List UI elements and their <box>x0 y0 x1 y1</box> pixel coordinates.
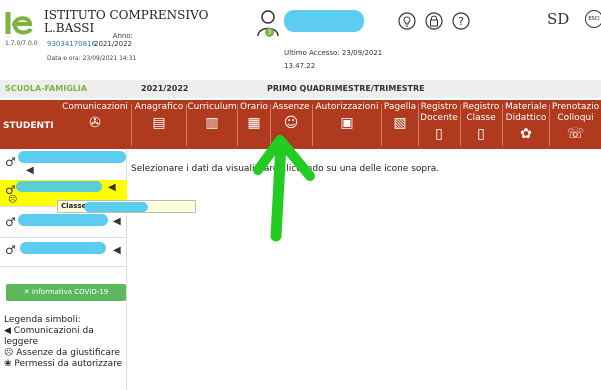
last-access-time: 13.47.22 <box>284 62 316 70</box>
legend-comunicazioni: ◀ Comunicazioni da leggere <box>4 326 129 348</box>
nav-label: Assenze <box>272 102 310 112</box>
svg-text:?: ? <box>458 15 464 28</box>
legend-title: Legenda simboli: <box>4 315 81 325</box>
nav-prenotazione-colloqui[interactable]: Prenotazio Colloqui ☏ <box>550 102 601 142</box>
nav-label: Orario <box>239 102 268 112</box>
report-card-icon: ▧ <box>393 115 407 131</box>
id-card-icon: ▤ <box>152 115 166 131</box>
megaphone-icon: ◀ <box>26 165 34 176</box>
covid-label: Informativa COVID-19 <box>31 288 109 296</box>
student-row[interactable]: ♂ ◀ <box>0 149 127 181</box>
redacted-student-name <box>16 181 102 192</box>
school-year: 2021/2022 <box>94 40 132 48</box>
redacted-classe <box>84 202 148 212</box>
book-open-icon: ▯ <box>477 126 485 142</box>
megaphone-icon: ◀ <box>108 182 116 193</box>
legend-permessi: ❀ Permessi da autorizzare <box>4 359 129 370</box>
annotation-arrow <box>253 135 315 242</box>
nav-label: Autorizzazioni <box>315 102 379 112</box>
studenti-label: STUDENTI <box>3 121 54 131</box>
covid-icon: ✕ <box>23 288 32 296</box>
context-year: 2021/2022 <box>141 84 189 93</box>
male-icon: ♂ <box>5 155 16 169</box>
context-bar: SCUOLA-FAMIGLIA 2021/2022 PRIMO QUADRIME… <box>0 80 601 98</box>
nav-label: Anagrafico <box>134 102 184 112</box>
material-icon: ✿ <box>520 126 532 142</box>
megaphone-icon: ◀ <box>4 326 14 336</box>
nav-label: Pagella <box>383 102 417 112</box>
nav-materiale-didattico[interactable]: Materiale Didattico ✿ <box>503 102 549 142</box>
legend-comunicazioni-text: Comunicazioni da leggere <box>4 326 94 347</box>
nav-label: Registro <box>420 102 458 112</box>
legend-permessi-text: Permessi da autorizzare <box>14 359 123 369</box>
section-label: SCUOLA-FAMIGLIA <box>5 84 88 93</box>
nav-label: Materiale <box>504 102 548 112</box>
lock-icon[interactable] <box>425 12 443 30</box>
covid-info-button[interactable]: ✕ Informativa COVID-19 <box>6 284 126 301</box>
datetime-label: Data e ora: 23/09/2021 14:31 <box>47 55 137 62</box>
nav-label: Registro <box>462 102 500 112</box>
nav-pagella[interactable]: Pagella ▧ <box>382 102 418 131</box>
absence-icon: ☹ <box>8 195 18 205</box>
legend-assenze: ☹ Assenze da giustificare <box>4 348 129 359</box>
nav-label-2: Didattico <box>505 113 547 123</box>
male-icon: ♂ <box>5 215 16 229</box>
sd-logo[interactable]: SD <box>547 10 569 28</box>
nav-registro-classe[interactable]: Registro Classe ▯ <box>461 102 501 142</box>
megaphone-icon: ◀ <box>113 245 121 256</box>
book-icon: ▯ <box>435 126 443 142</box>
classe-label: Classe <box>61 202 87 210</box>
nav-registro-docente[interactable]: Registro Docente ▯ <box>419 102 459 142</box>
nav-anagrafico[interactable]: Anagrafico ▤ <box>132 102 186 131</box>
legend-assenze-text: Assenze da giustificare <box>16 348 121 358</box>
talk-icon: ☏ <box>566 126 585 142</box>
student-row[interactable]: ♂ ◀ <box>0 213 127 238</box>
last-access-label: Ultimo Accesso: 23/09/2021 <box>284 49 383 57</box>
student-row[interactable]: ♂ ◀ <box>0 238 127 267</box>
user-badge: 3 <box>265 28 274 37</box>
nav-label: Comunicazioni <box>62 102 128 112</box>
logout-button[interactable]: ESCI <box>585 10 601 28</box>
nav-label-2: Classe <box>466 113 496 123</box>
megaphone-icon: ✇ <box>89 115 101 131</box>
nav-comunicazioni[interactable]: Comunicazioni ✇ <box>60 102 130 131</box>
legend: Legenda simboli: ◀ Comunicazioni da legg… <box>4 315 129 370</box>
header: ISTITUTO COMPRENSIVO L.BASSI Anno: 1.7.0… <box>0 0 601 80</box>
redacted-student-name <box>20 242 106 254</box>
male-icon: ♂ <box>5 243 16 257</box>
help-icon[interactable]: ? <box>452 12 470 30</box>
anno-label: Anno: <box>112 32 133 40</box>
period-label: PRIMO QUADRIMESTRE/TRIMESTRE <box>267 84 425 93</box>
nav-label: Curriculum <box>187 102 237 112</box>
phone-number: 93034170816 <box>47 40 96 48</box>
version-label: 1.7.0/7.0.0 <box>5 40 38 47</box>
nav-label-2: Colloqui <box>557 113 594 123</box>
lightbulb-icon[interactable] <box>398 12 416 30</box>
redacted-username <box>284 10 364 32</box>
redacted-student-name <box>18 151 126 163</box>
paw-icon: ❀ <box>4 359 15 369</box>
school-logo-icon <box>5 12 33 35</box>
nav-label: Prenotazio <box>551 102 600 112</box>
classe-field: Classe <box>57 200 196 213</box>
megaphone-icon: ◀ <box>113 216 121 227</box>
last-access: Ultimo Accesso: 23/09/2021 13.47.22 <box>284 47 382 73</box>
nav-label-2: Docente <box>420 113 458 123</box>
redacted-student-name <box>18 214 108 226</box>
absence-icon: ☹ <box>4 348 17 358</box>
